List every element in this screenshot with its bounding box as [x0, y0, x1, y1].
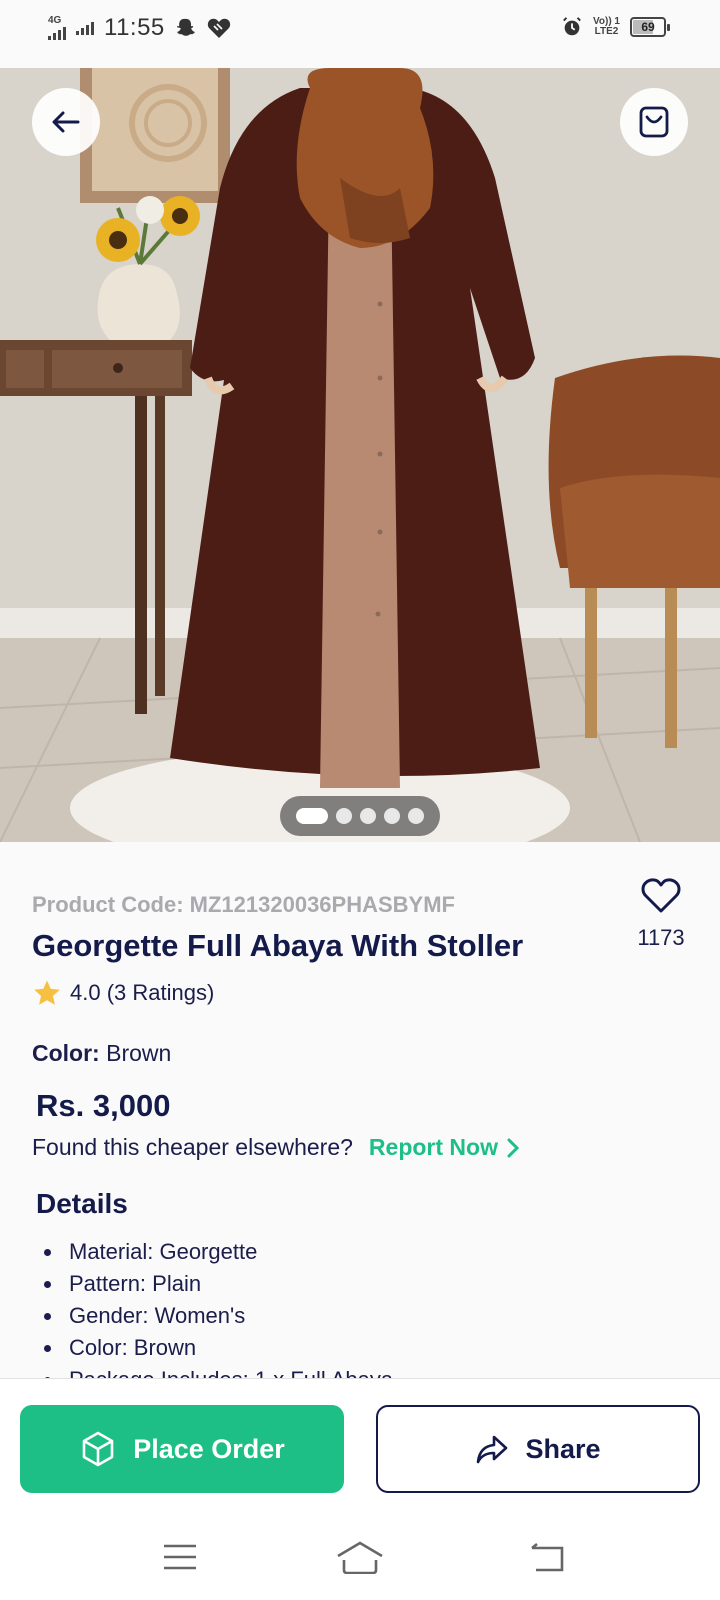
share-button[interactable]: Share [376, 1405, 700, 1493]
home-icon [337, 1541, 383, 1574]
color-value: Brown [106, 1040, 172, 1066]
report-now-label: Report Now [368, 1134, 498, 1160]
gallery-pagination [280, 796, 440, 836]
status-bar: 4G 11:55 Vo)) 1 LTE2 69 [0, 0, 720, 68]
list-item: Pattern: Plain [40, 1268, 393, 1300]
snapchat-icon [176, 18, 195, 36]
gallery-dot[interactable] [296, 808, 328, 824]
gallery-dot[interactable] [360, 808, 376, 824]
recent-apps-button[interactable] [156, 1537, 204, 1577]
color-row: Color: Brown [32, 1040, 171, 1067]
system-navigation-bar [0, 1529, 720, 1589]
menu-icon [164, 1544, 196, 1570]
rating[interactable]: 4.0 (3 Ratings) [32, 978, 214, 1008]
share-icon [477, 1435, 508, 1464]
box-icon [82, 1431, 114, 1467]
status-right: Vo)) 1 LTE2 69 [561, 16, 670, 38]
heart-icon [641, 878, 681, 913]
report-now-link[interactable]: Report Now [369, 1134, 520, 1161]
product-title: Georgette Full Abaya With Stoller [32, 928, 524, 963]
gallery-dot[interactable] [408, 808, 424, 824]
list-item: Gender: Women's [40, 1300, 393, 1332]
cheaper-text: Found this cheaper elsewhere? [32, 1134, 353, 1160]
rating-text: 4.0 (3 Ratings) [70, 980, 215, 1005]
back-nav-button[interactable] [524, 1537, 572, 1577]
chevron-right-icon [507, 1138, 520, 1157]
product-price: Rs. 3,000 [36, 1088, 171, 1123]
clock: 11:55 [104, 14, 165, 41]
product-code: Product Code: MZ121320036PHASBYMF [32, 892, 455, 917]
details-heading: Details [36, 1188, 128, 1219]
color-label: Color: [32, 1040, 100, 1066]
signal-icon-2 [76, 21, 94, 35]
signal-icon: 4G [48, 16, 66, 40]
alarm-icon [563, 17, 581, 36]
shopping-bag-icon [639, 106, 669, 138]
heart-badge-icon [207, 18, 230, 38]
product-photo [0, 68, 720, 842]
place-order-button[interactable]: Place Order [20, 1405, 344, 1493]
arrow-left-icon [52, 111, 80, 133]
cart-button[interactable] [620, 88, 688, 156]
return-icon [531, 1542, 564, 1572]
product-image-gallery[interactable] [0, 68, 720, 842]
bottom-action-bar: Place Order Share [0, 1378, 720, 1600]
back-button[interactable] [32, 88, 100, 156]
list-item: Material: Georgette [40, 1236, 393, 1268]
gallery-dot[interactable] [336, 808, 352, 824]
place-order-label: Place Order [133, 1433, 285, 1464]
list-item: Package Includes: 1 x Full Abaya [40, 1364, 393, 1379]
network-type: 4G [48, 15, 62, 26]
lte-indicator: Vo)) 1 LTE2 [592, 16, 620, 37]
star-icon [34, 980, 60, 1005]
status-left: 4G 11:55 [48, 14, 231, 42]
gallery-dot[interactable] [384, 808, 400, 824]
details-list: Material: Georgette Pattern: Plain Gende… [40, 1236, 393, 1379]
wishlist-button[interactable]: 1173 [626, 878, 696, 951]
wishlist-count: 1173 [637, 925, 685, 950]
cheaper-elsewhere-row: Found this cheaper elsewhere? Report Now [32, 1134, 520, 1161]
share-label: Share [525, 1433, 601, 1464]
list-item: Color: Brown [40, 1332, 393, 1364]
home-button[interactable] [336, 1537, 384, 1577]
battery-icon: 69 [630, 17, 670, 37]
